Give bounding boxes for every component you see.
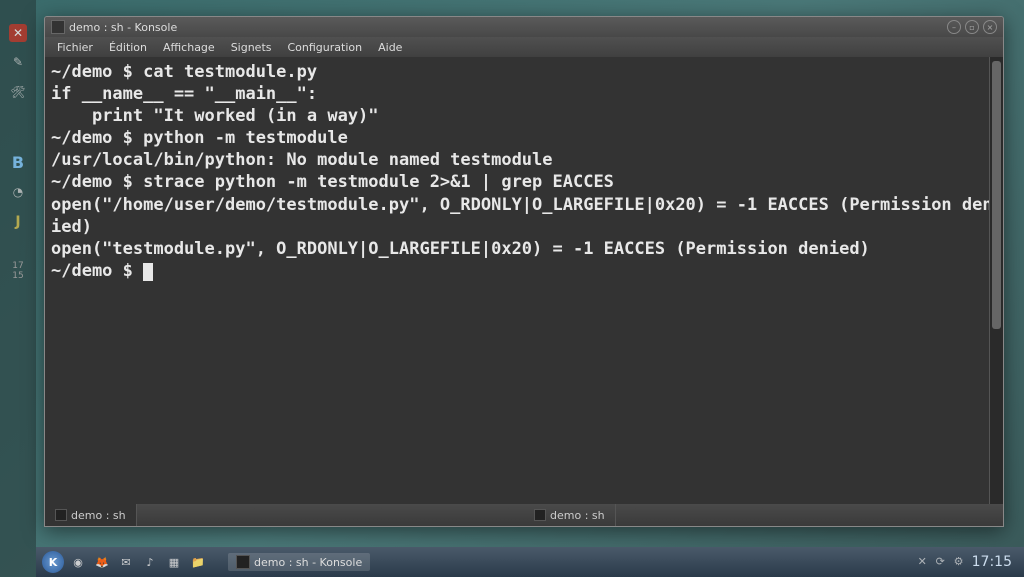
menu-bookmarks[interactable]: Signets bbox=[225, 39, 278, 56]
tray-icon[interactable]: ✕ bbox=[918, 555, 932, 569]
window-title: demo : sh - Konsole bbox=[69, 21, 177, 34]
terminal-line: print "It worked (in a way)" bbox=[51, 105, 997, 127]
scroll-thumb[interactable] bbox=[992, 61, 1001, 329]
konsole-icon bbox=[236, 555, 250, 569]
tray-icon[interactable]: ⚙ bbox=[954, 555, 968, 569]
wrench-icon[interactable]: 🛠 bbox=[8, 82, 28, 102]
music-icon[interactable]: ♪ bbox=[140, 552, 160, 572]
left-dock: ✕ ✎ 🛠 B ◔ J 17 15 bbox=[0, 0, 36, 547]
scrollbar[interactable] bbox=[989, 57, 1003, 504]
konsole-icon bbox=[55, 509, 67, 521]
tab-1[interactable]: demo : sh bbox=[45, 504, 137, 526]
close-button[interactable]: × bbox=[983, 20, 997, 34]
tray-icon[interactable]: ⟳ bbox=[936, 555, 950, 569]
terminal-line: open("testmodule.py", O_RDONLY|O_LARGEFI… bbox=[51, 238, 997, 260]
menu-view[interactable]: Affichage bbox=[157, 39, 221, 56]
konsole-window: demo : sh - Konsole – ▫ × Fichier Éditio… bbox=[44, 16, 1004, 527]
system-tray: ✕ ⟳ ⚙ bbox=[918, 555, 968, 569]
menubar: Fichier Édition Affichage Signets Config… bbox=[45, 37, 1003, 57]
tool-icon[interactable]: ✎ bbox=[8, 52, 28, 72]
menu-help[interactable]: Aide bbox=[372, 39, 408, 56]
tab-2[interactable]: demo : sh bbox=[524, 504, 616, 526]
minimize-button[interactable]: – bbox=[947, 20, 961, 34]
photos-icon[interactable]: ▦ bbox=[164, 552, 184, 572]
close-icon[interactable]: ✕ bbox=[9, 24, 27, 42]
taskbar-entry[interactable]: demo : sh - Konsole bbox=[228, 553, 370, 571]
terminal-viewport[interactable]: ~/demo $ cat testmodule.pyif __name__ ==… bbox=[45, 57, 1003, 504]
konsole-icon bbox=[534, 509, 546, 521]
chrome-icon[interactable]: ◉ bbox=[68, 552, 88, 572]
terminal-line: ~/demo $ cat testmodule.py bbox=[51, 61, 997, 83]
terminal-line: open("/home/user/demo/testmodule.py", O_… bbox=[51, 194, 997, 238]
clock[interactable]: 17:15 bbox=[972, 554, 1018, 570]
task-panel: K ◉ 🦊 ✉ ♪ ▦ 📁 demo : sh - Konsole ✕ ⟳ ⚙ … bbox=[36, 547, 1024, 577]
task-label: demo : sh - Konsole bbox=[254, 556, 362, 569]
menu-settings[interactable]: Configuration bbox=[282, 39, 369, 56]
tab-label: demo : sh bbox=[550, 509, 605, 522]
tab-bar: demo : sh demo : sh bbox=[45, 504, 1003, 526]
menu-file[interactable]: Fichier bbox=[51, 39, 99, 56]
kde-menu-icon[interactable]: K bbox=[42, 551, 64, 573]
dock-letter-b[interactable]: B bbox=[8, 152, 28, 172]
window-titlebar[interactable]: demo : sh - Konsole – ▫ × bbox=[45, 17, 1003, 37]
terminal-line: ~/demo $ bbox=[51, 260, 997, 282]
terminal-line: if __name__ == "__main__": bbox=[51, 83, 997, 105]
terminal-line: ~/demo $ strace python -m testmodule 2>&… bbox=[51, 171, 997, 193]
circle-icon[interactable]: ◔ bbox=[8, 182, 28, 202]
pager-bottom: 15 bbox=[12, 272, 23, 282]
firefox-icon[interactable]: 🦊 bbox=[92, 552, 112, 572]
maximize-button[interactable]: ▫ bbox=[965, 20, 979, 34]
tab-label: demo : sh bbox=[71, 509, 126, 522]
cursor bbox=[143, 263, 153, 281]
mail-icon[interactable]: ✉ bbox=[116, 552, 136, 572]
terminal-line: /usr/local/bin/python: No module named t… bbox=[51, 149, 997, 171]
workspace-pager[interactable]: 17 15 bbox=[12, 262, 23, 282]
dock-letter-j[interactable]: J bbox=[8, 212, 28, 232]
menu-edit[interactable]: Édition bbox=[103, 39, 153, 56]
terminal-line: ~/demo $ python -m testmodule bbox=[51, 127, 997, 149]
folder-icon[interactable]: 📁 bbox=[188, 552, 208, 572]
konsole-icon bbox=[51, 20, 65, 34]
